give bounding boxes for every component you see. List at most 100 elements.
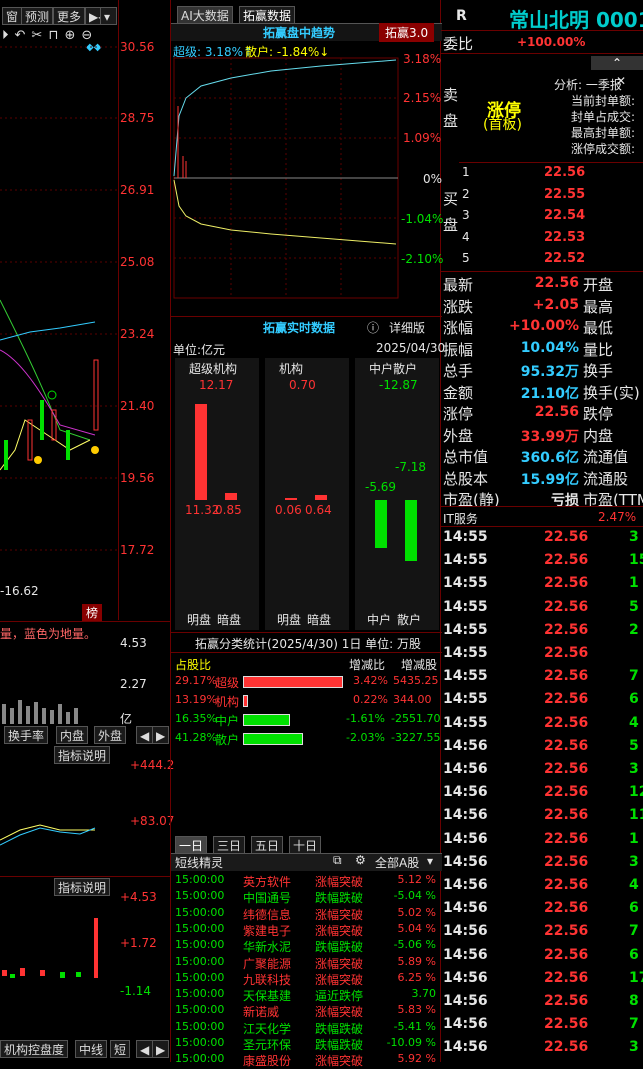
indicator-help-button-2[interactable]: 指标说明: [54, 878, 111, 896]
quote-label: 涨幅: [443, 319, 474, 337]
stat-head-chg: 增减比: [349, 658, 386, 672]
scroll-left-icon[interactable]: ◀: [136, 726, 154, 744]
scroll-right-icon[interactable]: ▶: [152, 726, 170, 744]
window-button[interactable]: 窗: [2, 7, 23, 25]
tick-volume: 11: [629, 807, 643, 824]
tick-price: 22.56: [544, 621, 589, 638]
tick-price: 22.56: [544, 714, 589, 731]
event-stock[interactable]: 紫建电子: [243, 922, 291, 939]
tick-time: 14:56: [443, 761, 488, 777]
event-type: 逼近跌停: [315, 989, 364, 1004]
tick-time: 14:55: [443, 598, 488, 615]
event-stock[interactable]: 广聚能源: [243, 955, 291, 972]
event-time: 15:00:00: [175, 1036, 225, 1049]
tick-time: 14:55: [443, 529, 488, 545]
r-badge: R: [456, 8, 467, 24]
quote-label-2: 内盘: [583, 426, 614, 445]
close-icon[interactable]: ✕: [616, 74, 626, 88]
y-tick: -1.04%: [401, 212, 444, 226]
bar-value: -7.18: [395, 460, 427, 474]
event-value: -10.09 %: [386, 1036, 436, 1049]
collapse-button[interactable]: ⌃: [591, 56, 643, 70]
event-stock[interactable]: 华新水泥: [243, 938, 291, 955]
tick-volume: 17: [629, 969, 643, 986]
tick-time: 14:56: [443, 969, 488, 986]
forecast-button[interactable]: 预测: [21, 7, 54, 25]
tick-price: 22.56: [544, 853, 589, 870]
dropdown-button[interactable]: ▾: [100, 7, 117, 25]
tick-price: 22.56: [544, 668, 589, 685]
info-1: 当前封单额:: [571, 94, 636, 108]
tick-time: 14:55: [443, 691, 488, 708]
version-badge[interactable]: 拓赢3.0: [379, 23, 435, 42]
quote-value: 亏损: [551, 493, 579, 509]
volume-hint: 量，蓝色为地量。: [0, 627, 97, 641]
tab-1day[interactable]: 一日: [175, 836, 208, 854]
quote-label-2: 最低: [583, 319, 614, 337]
event-stock[interactable]: 圣元环保: [243, 1036, 291, 1053]
stat-pct: 16.35%: [175, 712, 217, 725]
event-stock[interactable]: 纬德信息: [243, 906, 291, 923]
market-filter-dropdown[interactable]: 全部A股: [375, 854, 419, 871]
quote-label: 总股本: [443, 469, 489, 488]
book-price: 22.56: [544, 165, 586, 180]
event-stock[interactable]: 中国通号: [243, 889, 291, 906]
tick-price: 22.56: [544, 691, 589, 708]
tick-time: 14:56: [443, 923, 488, 940]
tick-volume: 15: [629, 552, 643, 569]
stat-change: 3.42%: [353, 674, 388, 687]
event-stock[interactable]: 新诺威: [243, 1003, 279, 1020]
tab-turnover[interactable]: 换手率: [4, 726, 49, 744]
indicator-help-button[interactable]: 指标说明: [54, 746, 111, 764]
sector-name[interactable]: IT服务: [443, 510, 478, 527]
chevron-down-icon[interactable]: ▾: [427, 854, 433, 868]
group-name: 机构: [279, 362, 304, 376]
tab-inst-control[interactable]: 机构控盘度: [0, 1040, 69, 1058]
ind2-tick: -1.14: [120, 984, 152, 998]
info-icon[interactable]: ⓘ: [367, 319, 379, 336]
tab-5day[interactable]: 五日: [251, 836, 284, 854]
event-stock[interactable]: 康盛股份: [243, 1052, 291, 1069]
expand-icon[interactable]: ⧉: [333, 853, 342, 868]
event-type: 跌幅跌破: [315, 891, 364, 906]
stat-shares: -2551.70: [391, 712, 441, 725]
price-tick: 23.24: [120, 327, 155, 341]
stat-head-pct: 占股比: [175, 658, 212, 672]
tick-price: 22.56: [544, 529, 589, 545]
y-tick: -2.10%: [401, 252, 444, 266]
tick-time: 14:56: [443, 946, 488, 963]
ind2-tick: +4.53: [120, 890, 157, 904]
buy-side-label: 买盘: [443, 190, 459, 234]
ind-tick: +83.07: [130, 814, 175, 828]
tick-volume: 1: [629, 575, 639, 592]
tick-volume: 12: [629, 784, 643, 801]
detail-dropdown[interactable]: 详细版: [389, 319, 425, 336]
quote-label-2: 最高: [583, 297, 614, 316]
tick-price: 22.56: [544, 737, 589, 754]
tab-inner[interactable]: 内盘: [56, 726, 89, 744]
tick-time: 14:56: [443, 877, 488, 893]
y-tick: 2.15%: [403, 91, 442, 105]
tab-outer[interactable]: 外盘: [94, 726, 127, 744]
analysis-link[interactable]: 分析: 一季报: [554, 76, 622, 93]
rank-badge[interactable]: 榜: [82, 604, 103, 621]
event-stock[interactable]: 九联科技: [243, 971, 291, 988]
tab-ai-data[interactable]: AI大数据: [177, 6, 233, 24]
tab-short[interactable]: 短: [110, 1040, 131, 1058]
bar-caption: 暗盘: [307, 613, 332, 627]
more-button[interactable]: 更多: [53, 7, 86, 25]
scroll-left-icon-2[interactable]: ◀: [136, 1040, 154, 1058]
tick-price: 22.56: [544, 784, 589, 801]
tab-midline[interactable]: 中线: [75, 1040, 108, 1058]
quote-label: 振幅: [443, 340, 474, 359]
tab-3day[interactable]: 三日: [213, 836, 246, 854]
event-stock[interactable]: 天保基建: [243, 987, 291, 1004]
tab-10day[interactable]: 十日: [289, 836, 322, 854]
quote-label-2: 换手: [583, 362, 614, 380]
scroll-right-icon-2[interactable]: ▶: [152, 1040, 170, 1058]
quote-label: 金额: [443, 383, 474, 402]
event-stock[interactable]: 英方软件: [243, 873, 291, 890]
tab-tuoying-data[interactable]: 拓赢数据: [239, 6, 296, 24]
event-stock[interactable]: 江天化学: [243, 1020, 291, 1037]
gear-icon[interactable]: ⚙: [355, 853, 366, 867]
